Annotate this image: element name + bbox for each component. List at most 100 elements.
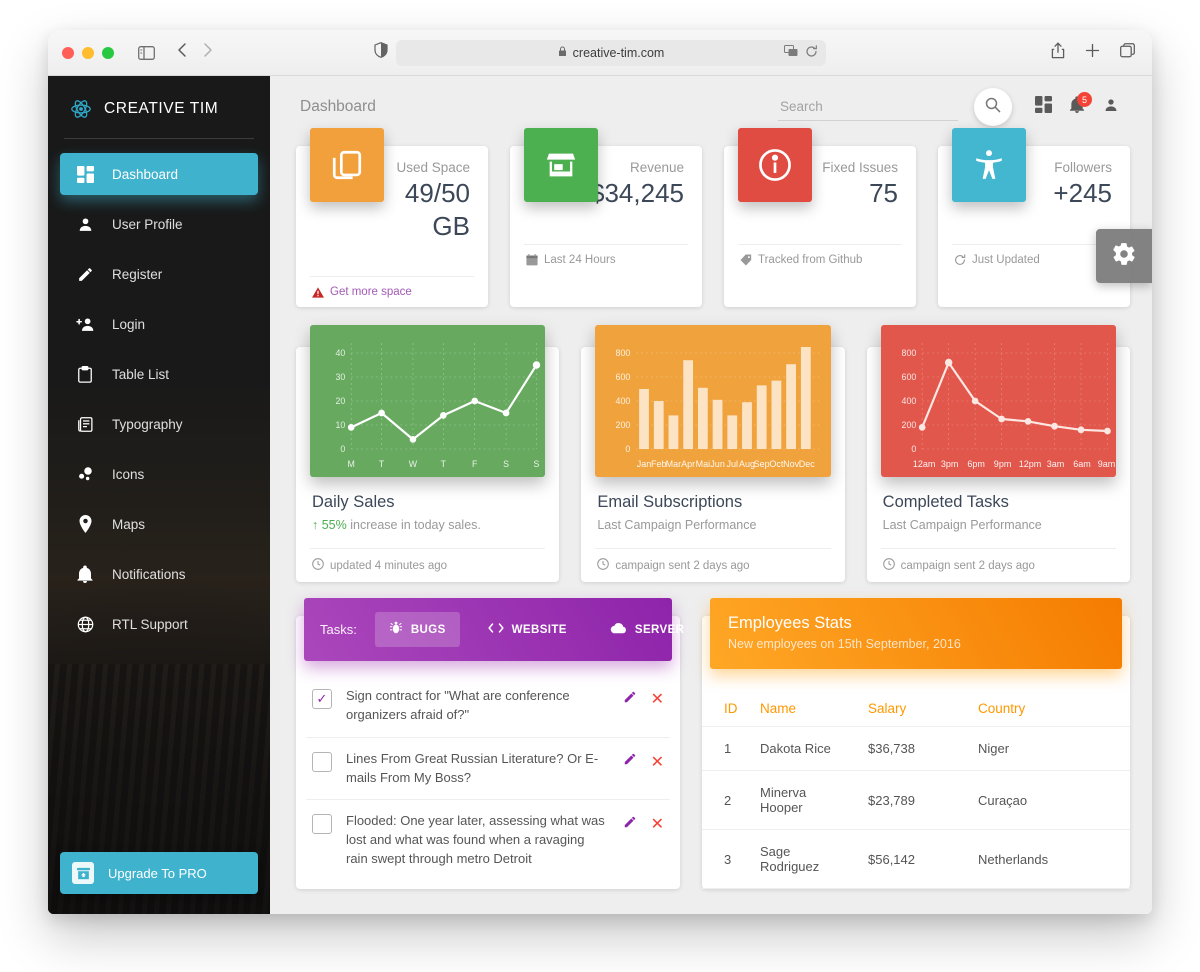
chart-cards-row: 40 30 20 10 0 M T W T F S S Daily Sales …: [296, 325, 1130, 582]
refresh-icon: [954, 253, 966, 266]
notifications-button[interactable]: 5: [1060, 90, 1094, 124]
traffic-lights: [62, 46, 114, 59]
task-actions: ✕: [623, 752, 664, 772]
cell-country: Niger: [970, 726, 1130, 771]
cell-salary: $36,738: [860, 726, 970, 771]
forward-icon[interactable]: [202, 42, 213, 63]
svg-text:9pm: 9pm: [993, 459, 1011, 469]
email-subscriptions-chart[interactable]: 800 600 400 200 0 Jan Feb Mar Apr Mai Ju…: [595, 325, 831, 477]
sidebar-nav: Dashboard User Profile Register Login Ta…: [48, 153, 270, 645]
employees-card-subtitle: New employees on 15th September, 2016: [728, 637, 961, 651]
dashboard-grid-button[interactable]: [1026, 90, 1060, 124]
sidebar-item-label: Maps: [112, 516, 146, 532]
sidebar-item-icons[interactable]: Icons: [60, 453, 258, 495]
share-icon[interactable]: [1051, 42, 1065, 64]
content-copy-icon: [310, 128, 384, 202]
tab-website[interactable]: WEBSITE: [474, 613, 581, 646]
pencil-icon[interactable]: [623, 815, 637, 834]
svg-text:Nov: Nov: [783, 459, 799, 469]
task-row: Lines From Great Russian Literature? Or …: [306, 738, 670, 801]
screenshot-root: creative-tim.com z CREATIVE TIM Dashboar…: [0, 0, 1200, 972]
sidebar-item-label: Register: [112, 266, 163, 282]
chart-subtitle: Last Campaign Performance: [882, 518, 1042, 532]
sidebar-item-user-profile[interactable]: User Profile: [60, 203, 258, 245]
address-bar-area: creative-tim.com z: [374, 39, 826, 66]
svg-text:T: T: [441, 459, 447, 469]
arrow-up-icon: ↑: [312, 518, 319, 532]
close-icon[interactable]: ✕: [651, 689, 664, 709]
article-icon: [74, 416, 96, 433]
shield-icon[interactable]: [374, 42, 388, 63]
svg-text:6pm: 6pm: [967, 459, 985, 469]
task-checkbox[interactable]: ✓: [312, 689, 332, 709]
settings-fab-button[interactable]: [1096, 229, 1152, 283]
browser-nav-arrows: [177, 42, 213, 63]
sidebar-item-dashboard[interactable]: Dashboard: [60, 153, 258, 195]
sidebar-item-typography[interactable]: Typography: [60, 403, 258, 445]
chart-card-completed-tasks: 800 600 400 200 0 12am 3pm 6pm 9pm 12pm …: [866, 325, 1130, 582]
svg-text:Mar: Mar: [666, 459, 682, 469]
sidebar-item-register[interactable]: Register: [60, 253, 258, 295]
search-input[interactable]: [778, 93, 958, 121]
translate-icon[interactable]: z: [784, 45, 798, 60]
search-field-wrapper: [778, 93, 958, 121]
sidebar-item-label: Dashboard: [112, 166, 179, 182]
svg-text:S: S: [534, 459, 540, 469]
stat-footer-label: Just Updated: [972, 253, 1040, 266]
url-bar[interactable]: creative-tim.com z: [396, 39, 826, 66]
search-button[interactable]: [974, 88, 1012, 126]
sidebar-toggle-icon[interactable]: [138, 45, 155, 60]
completed-tasks-chart[interactable]: 800 600 400 200 0 12am 3pm 6pm 9pm 12pm …: [880, 325, 1116, 477]
pencil-icon[interactable]: [623, 690, 637, 709]
tab-bugs[interactable]: BUGS: [374, 612, 460, 647]
task-text: Sign contract for "What are conference o…: [346, 688, 570, 722]
atom-icon: [70, 98, 92, 120]
pencil-icon[interactable]: [623, 752, 637, 771]
person-add-icon: [74, 316, 96, 333]
sidebar-item-maps[interactable]: Maps: [60, 503, 258, 545]
task-checkbox[interactable]: [312, 814, 332, 835]
task-checkbox[interactable]: [312, 751, 332, 772]
svg-text:M: M: [348, 459, 355, 469]
grid-icon: [1034, 96, 1052, 118]
new-tab-icon[interactable]: [1085, 43, 1100, 63]
pencil-icon: [74, 266, 96, 283]
tab-overview-icon[interactable]: [1120, 42, 1136, 63]
daily-sales-chart[interactable]: 40 30 20 10 0 M T W T F S S: [310, 325, 546, 477]
minimize-window-button[interactable]: [82, 46, 94, 59]
tab-label: BUGS: [410, 623, 446, 636]
column-header-country: Country: [970, 691, 1130, 727]
sidebar-item-rtl-support[interactable]: RTL Support: [60, 603, 258, 645]
table-row: 2 Minerva Hooper $23,789 Curaçao: [702, 770, 1130, 830]
tab-server[interactable]: SERVER: [595, 613, 698, 646]
table-row: 3 Sage Rodriguez $56,142 Netherlands: [702, 829, 1130, 889]
url-text: creative-tim.com: [572, 45, 665, 60]
sidebar-item-table-list[interactable]: Table List: [60, 353, 258, 395]
bottom-row: Tasks: BUGS WEBSITE SERVER ✓ Sign contra…: [296, 598, 1130, 914]
svg-text:20: 20: [335, 396, 345, 406]
svg-text:F: F: [472, 459, 478, 469]
cell-name: Sage Rodriguez: [752, 829, 860, 889]
chart-subtitle-text: increase in today sales.: [350, 518, 481, 532]
close-icon[interactable]: ✕: [651, 752, 664, 772]
sidebar-item-notifications[interactable]: Notifications: [60, 553, 258, 595]
back-icon[interactable]: [177, 42, 188, 63]
zoom-window-button[interactable]: [102, 46, 114, 59]
gear-icon: [1111, 241, 1137, 272]
sidebar-item-login[interactable]: Login: [60, 303, 258, 345]
sidebar-item-label: Typography: [112, 416, 183, 432]
user-menu-button[interactable]: [1094, 90, 1128, 124]
clock-icon: [312, 558, 324, 573]
employees-table-body: 1 Dakota Rice $36,738 Niger 2 Minerva Ho…: [702, 726, 1130, 889]
sidebar-brand[interactable]: CREATIVE TIM: [48, 76, 270, 138]
get-more-space-link[interactable]: Get more space: [330, 286, 412, 298]
stat-card-fixed-issues: Fixed Issues 75 Tracked from Github: [724, 128, 916, 307]
dashboard-content: Used Space 49/50 GB Get more space Reven…: [270, 128, 1152, 914]
close-icon[interactable]: ✕: [651, 814, 664, 834]
reload-icon[interactable]: [805, 44, 818, 61]
upgrade-to-pro-button[interactable]: Upgrade To PRO: [60, 852, 258, 894]
svg-text:800: 800: [616, 348, 631, 358]
svg-text:Sep: Sep: [754, 459, 770, 469]
close-window-button[interactable]: [62, 46, 74, 59]
clock-icon: [882, 558, 895, 573]
